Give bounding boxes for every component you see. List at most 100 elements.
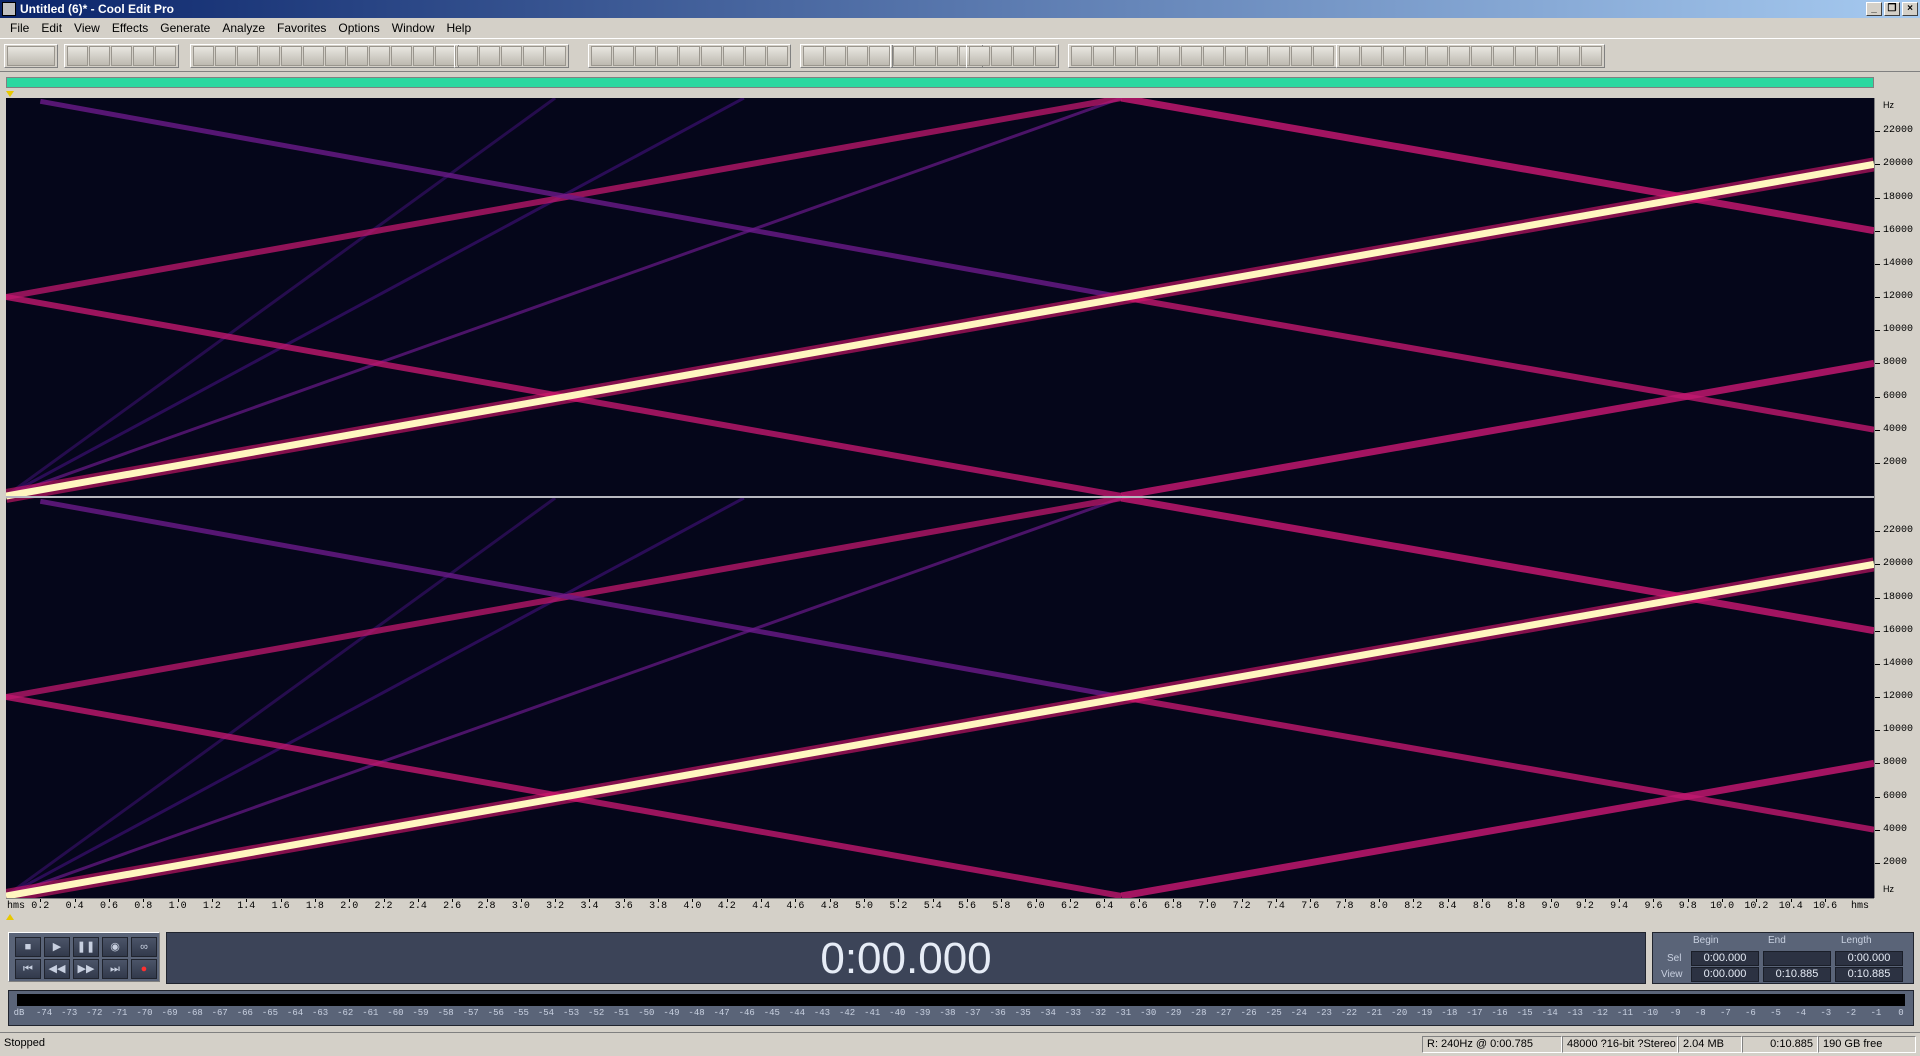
toolbar-button[interactable] (969, 46, 990, 66)
toolbar-button[interactable] (1035, 46, 1056, 66)
menu-help[interactable]: Help (440, 21, 477, 35)
toolbar-button[interactable] (915, 46, 936, 66)
start-marker-bottom[interactable] (6, 914, 14, 920)
toolbar-button[interactable] (89, 46, 110, 66)
fast-forward-icon[interactable]: ▶▶ (73, 959, 99, 979)
toolbar-button[interactable] (215, 46, 236, 66)
record-icon[interactable]: ● (131, 959, 157, 979)
toolbar-button[interactable] (1159, 46, 1180, 66)
toolbar-button[interactable] (1115, 46, 1136, 66)
toolbar-button[interactable] (1137, 46, 1158, 66)
menu-view[interactable]: View (68, 21, 106, 35)
toolbar-button[interactable] (1449, 46, 1470, 66)
rewind-icon[interactable]: ◀◀ (44, 959, 70, 979)
minimize-button[interactable]: _ (1866, 2, 1882, 16)
toolbar-button[interactable] (825, 46, 846, 66)
toolbar-button[interactable] (347, 46, 368, 66)
sel-begin-field[interactable]: 0:00.000 (1691, 951, 1759, 966)
toolbar-button[interactable] (1581, 46, 1602, 66)
toolbar-button[interactable] (1313, 46, 1334, 66)
toolbar-button[interactable] (133, 46, 154, 66)
toolbar-button[interactable] (391, 46, 412, 66)
toolbar-button[interactable] (679, 46, 700, 66)
close-button[interactable]: × (1902, 2, 1918, 16)
toolbar-button[interactable] (155, 46, 176, 66)
toolbar-button[interactable] (1405, 46, 1426, 66)
go-to-start-icon[interactable]: ⏮ (15, 959, 41, 979)
play-to-end-icon[interactable]: ◉ (102, 937, 128, 957)
toolbar-button[interactable] (479, 46, 500, 66)
toolbar-button[interactable] (1013, 46, 1034, 66)
toolbar-button[interactable] (111, 46, 132, 66)
sel-length-field[interactable]: 0:00.000 (1835, 951, 1903, 966)
toolbar-button[interactable] (1225, 46, 1246, 66)
menu-favorites[interactable]: Favorites (271, 21, 332, 35)
toolbar-button[interactable] (523, 46, 544, 66)
toolbar-button[interactable] (1203, 46, 1224, 66)
menu-edit[interactable]: Edit (35, 21, 68, 35)
toolbar-button[interactable] (1093, 46, 1114, 66)
toolbar-button[interactable] (193, 46, 214, 66)
toolbar-button[interactable] (937, 46, 958, 66)
toolbar-button[interactable] (701, 46, 722, 66)
menu-options[interactable]: Options (332, 21, 385, 35)
toolbar-button[interactable] (545, 46, 566, 66)
toolbar-button[interactable] (1291, 46, 1312, 66)
cool-edit-pro-icon[interactable] (2, 2, 16, 16)
toolbar-button[interactable] (1071, 46, 1092, 66)
overview-bar[interactable] (6, 77, 1874, 88)
go-to-end-icon[interactable]: ⏭ (102, 959, 128, 979)
toolbar-button[interactable] (893, 46, 914, 66)
toolbar-button[interactable] (67, 46, 88, 66)
toolbar-button[interactable] (803, 46, 824, 66)
view-begin-field[interactable]: 0:00.000 (1691, 967, 1759, 982)
toolbar-button[interactable] (1493, 46, 1514, 66)
toolbar-button[interactable] (1383, 46, 1404, 66)
menu-window[interactable]: Window (386, 21, 441, 35)
toolbar-button[interactable] (723, 46, 744, 66)
spectrogram-canvas[interactable] (6, 98, 1874, 898)
toolbar-button[interactable] (635, 46, 656, 66)
stop-icon[interactable]: ■ (15, 937, 41, 957)
toolbar-button[interactable] (259, 46, 280, 66)
pause-icon[interactable]: ❚❚ (73, 937, 99, 957)
toolbar-button[interactable] (767, 46, 788, 66)
menu-analyze[interactable]: Analyze (216, 21, 271, 35)
toolbar-button[interactable] (281, 46, 302, 66)
toolbar-button[interactable] (1361, 46, 1382, 66)
menu-effects[interactable]: Effects (106, 21, 154, 35)
toolbar-button[interactable] (457, 46, 478, 66)
toolbar-button[interactable] (1339, 46, 1360, 66)
restore-button[interactable]: ❐ (1884, 2, 1900, 16)
toolbar-button[interactable] (369, 46, 390, 66)
loop-icon[interactable]: ∞ (131, 937, 157, 957)
toolbar-button[interactable] (745, 46, 766, 66)
toolbar-button[interactable] (613, 46, 634, 66)
toolbar-button[interactable] (869, 46, 890, 66)
toolbar-button[interactable] (847, 46, 868, 66)
toolbar-button[interactable] (303, 46, 324, 66)
view-length-field[interactable]: 0:10.885 (1835, 967, 1903, 982)
toolbar-button[interactable] (1559, 46, 1580, 66)
toolbar-button[interactable] (991, 46, 1012, 66)
time-ruler[interactable]: hms 0.2 0.4 0.6 0.8 1.0 1.2 1.4 1.6 1.8 2.0 2.2 2.4 2… (6, 898, 1874, 914)
menu-file[interactable]: File (4, 21, 35, 35)
play-icon[interactable]: ▶ (44, 937, 70, 957)
toolbar-button[interactable] (501, 46, 522, 66)
spectral-view[interactable] (6, 98, 1874, 898)
toolbar-button[interactable] (1471, 46, 1492, 66)
toolbar-button[interactable] (591, 46, 612, 66)
toolbar-button[interactable] (413, 46, 434, 66)
toolbar-button[interactable] (237, 46, 258, 66)
toolbar-button[interactable] (1537, 46, 1558, 66)
toolbar-button[interactable] (1181, 46, 1202, 66)
toolbar-button[interactable] (1247, 46, 1268, 66)
toolbar-button[interactable] (1269, 46, 1290, 66)
sel-end-field[interactable] (1763, 951, 1831, 966)
toolbar-button[interactable] (1427, 46, 1448, 66)
menu-generate[interactable]: Generate (154, 21, 216, 35)
toolbar-button[interactable] (7, 46, 55, 66)
toolbar-button[interactable] (1515, 46, 1536, 66)
start-marker-top[interactable] (6, 91, 14, 97)
view-end-field[interactable]: 0:10.885 (1763, 967, 1831, 982)
